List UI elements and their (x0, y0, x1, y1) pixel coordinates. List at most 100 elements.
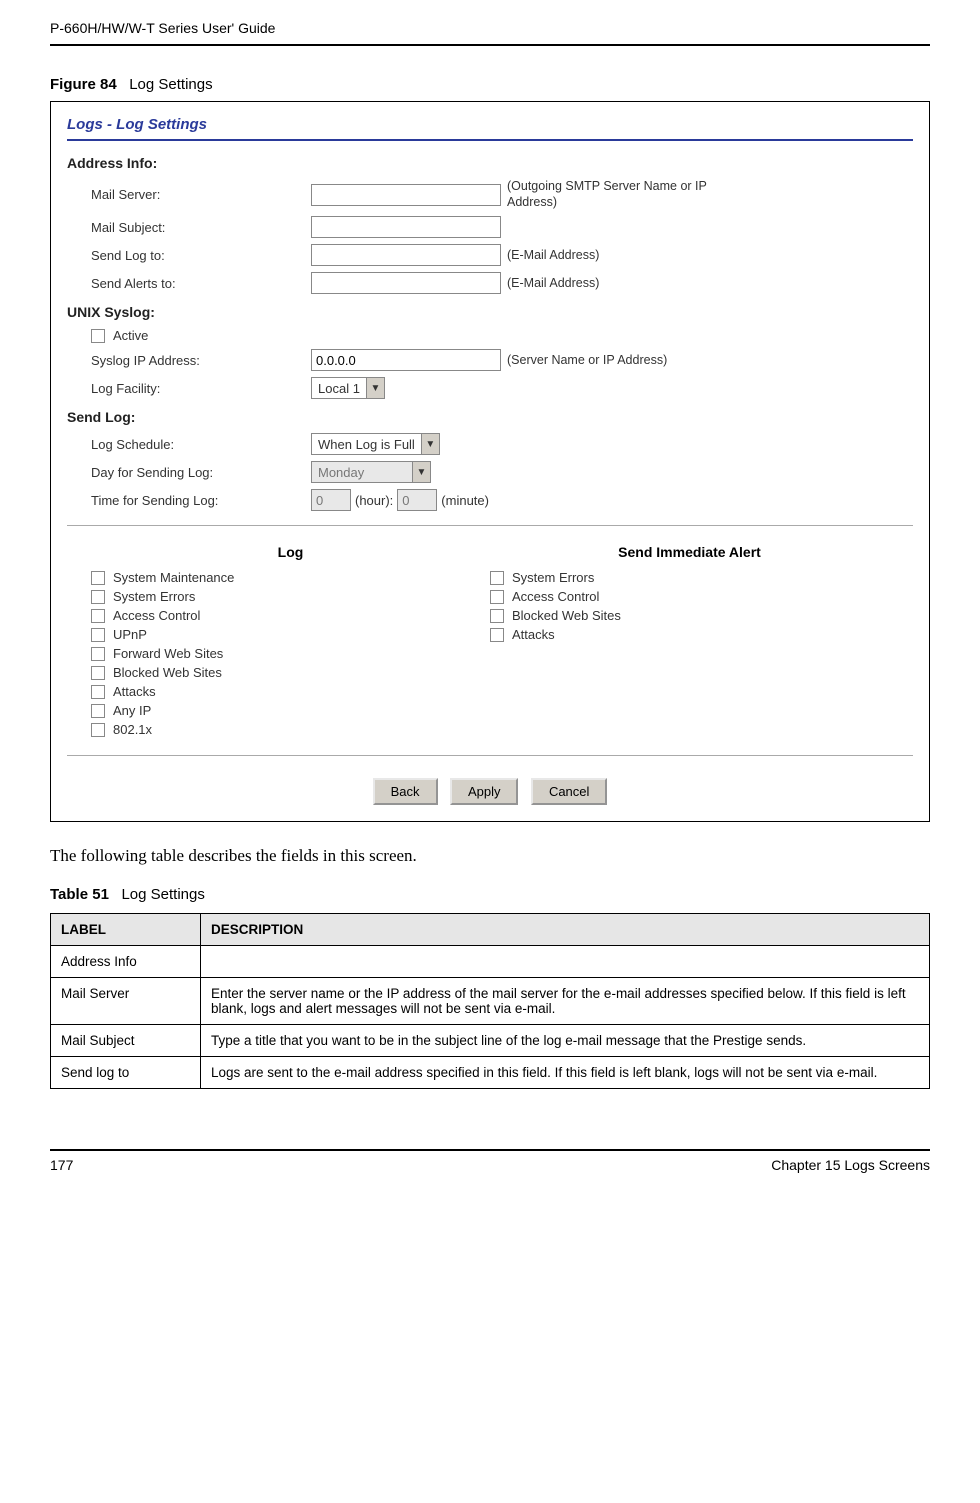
apply-button[interactable]: Apply (450, 778, 519, 805)
log-checkbox-forward-web[interactable] (91, 647, 105, 661)
button-row: Back Apply Cancel (67, 766, 913, 811)
minute-suffix: (minute) (441, 493, 489, 508)
syslog-active-label: Active (113, 328, 148, 343)
section-send-log: Send Log: (67, 409, 913, 425)
log-schedule-label: Log Schedule: (91, 437, 311, 452)
cell-label: Send log to (51, 1057, 201, 1089)
chevron-down-icon: ▼ (421, 434, 439, 454)
log-item: System Errors (91, 589, 490, 604)
figure-title: Log Settings (129, 76, 212, 93)
send-alerts-to-input[interactable] (311, 272, 501, 294)
table-caption: Table 51 Log Settings (50, 886, 930, 903)
cell-desc: Logs are sent to the e-mail address spec… (201, 1057, 930, 1089)
cell-label: Address Info (51, 946, 201, 978)
log-checkbox-system-maintenance[interactable] (91, 571, 105, 585)
log-item-label: System Maintenance (113, 570, 234, 585)
alert-item: System Errors (490, 570, 889, 585)
cancel-button[interactable]: Cancel (531, 778, 607, 805)
log-column-header: Log (91, 544, 490, 560)
row-send-alerts-to: Send Alerts to: (E-Mail Address) (91, 272, 913, 294)
table-row: Send log to Logs are sent to the e-mail … (51, 1057, 930, 1089)
section-unix-syslog: UNIX Syslog: (67, 304, 913, 320)
mail-subject-input[interactable] (311, 216, 501, 238)
log-facility-value: Local 1 (312, 381, 366, 396)
alert-checkbox-access-control[interactable] (490, 590, 504, 604)
chapter-label: Chapter 15 Logs Screens (771, 1157, 930, 1173)
log-facility-label: Log Facility: (91, 381, 311, 396)
log-checkbox-blocked-web[interactable] (91, 666, 105, 680)
log-item-label: Attacks (113, 684, 156, 699)
log-facility-select[interactable]: Local 1 ▼ (311, 377, 385, 399)
cell-label: Mail Server (51, 978, 201, 1025)
log-item: UPnP (91, 627, 490, 642)
mail-server-label: Mail Server: (91, 187, 311, 202)
mail-server-input[interactable] (311, 184, 501, 206)
log-item-label: UPnP (113, 627, 147, 642)
th-description: DESCRIPTION (201, 914, 930, 946)
table-row: Mail Subject Type a title that you want … (51, 1025, 930, 1057)
page-number: 177 (50, 1157, 73, 1173)
log-checkbox-system-errors[interactable] (91, 590, 105, 604)
log-item-label: 802.1x (113, 722, 152, 737)
row-log-schedule: Log Schedule: When Log is Full ▼ (91, 433, 913, 455)
chevron-down-icon: ▼ (412, 462, 430, 482)
divider-2 (67, 755, 913, 756)
cell-label: Mail Subject (51, 1025, 201, 1057)
guide-title: P-660H/HW/W-T Series User' Guide (50, 20, 930, 36)
alert-item-label: Access Control (512, 589, 599, 604)
back-button[interactable]: Back (373, 778, 438, 805)
log-checkbox-any-ip[interactable] (91, 704, 105, 718)
hour-input (311, 489, 351, 511)
log-checkbox-upnp[interactable] (91, 628, 105, 642)
hour-suffix: (hour): (355, 493, 393, 508)
day-sending-value: Monday (312, 465, 412, 480)
alert-checkbox-system-errors[interactable] (490, 571, 504, 585)
header-rule (50, 44, 930, 46)
screenshot-panel: Logs - Log Settings Address Info: Mail S… (50, 101, 930, 822)
log-column: Log System Maintenance System Errors Acc… (91, 536, 490, 741)
send-log-to-label: Send Log to: (91, 248, 311, 263)
alert-checkbox-attacks[interactable] (490, 628, 504, 642)
log-columns: Log System Maintenance System Errors Acc… (91, 536, 889, 741)
day-sending-select: Monday ▼ (311, 461, 431, 483)
syslog-ip-label: Syslog IP Address: (91, 353, 311, 368)
table-prefix: Table 51 (50, 886, 109, 903)
log-item: Blocked Web Sites (91, 665, 490, 680)
row-time-sending: Time for Sending Log: (hour): (minute) (91, 489, 913, 511)
send-log-to-input[interactable] (311, 244, 501, 266)
send-alerts-to-label: Send Alerts to: (91, 276, 311, 291)
page-footer: 177 Chapter 15 Logs Screens (50, 1149, 930, 1173)
send-log-to-hint: (E-Mail Address) (507, 248, 599, 262)
log-item-label: Access Control (113, 608, 200, 623)
row-syslog-active: Active (91, 328, 913, 343)
syslog-active-checkbox[interactable] (91, 329, 105, 343)
log-item-label: System Errors (113, 589, 195, 604)
log-item-label: Any IP (113, 703, 151, 718)
divider-1 (67, 525, 913, 526)
description-table: LABEL DESCRIPTION Address Info Mail Serv… (50, 913, 930, 1089)
alert-checkbox-blocked-web[interactable] (490, 609, 504, 623)
day-sending-label: Day for Sending Log: (91, 465, 311, 480)
cell-desc: Type a title that you want to be in the … (201, 1025, 930, 1057)
log-item: Attacks (91, 684, 490, 699)
cell-desc (201, 946, 930, 978)
alert-column: Send Immediate Alert System Errors Acces… (490, 536, 889, 741)
log-checkbox-attacks[interactable] (91, 685, 105, 699)
alert-item: Attacks (490, 627, 889, 642)
log-item: Forward Web Sites (91, 646, 490, 661)
figure-caption: Figure 84 Log Settings (50, 76, 930, 93)
alert-item: Blocked Web Sites (490, 608, 889, 623)
log-checkbox-8021x[interactable] (91, 723, 105, 737)
panel-title: Logs - Log Settings (67, 116, 913, 133)
body-paragraph: The following table describes the fields… (50, 846, 930, 866)
alert-item: Access Control (490, 589, 889, 604)
section-address-info: Address Info: (67, 155, 913, 171)
minute-input (397, 489, 437, 511)
cell-desc: Enter the server name or the IP address … (201, 978, 930, 1025)
th-label: LABEL (51, 914, 201, 946)
log-checkbox-access-control[interactable] (91, 609, 105, 623)
log-item: 802.1x (91, 722, 490, 737)
log-schedule-select[interactable]: When Log is Full ▼ (311, 433, 440, 455)
row-mail-server: Mail Server: (Outgoing SMTP Server Name … (91, 179, 913, 210)
syslog-ip-input[interactable] (311, 349, 501, 371)
